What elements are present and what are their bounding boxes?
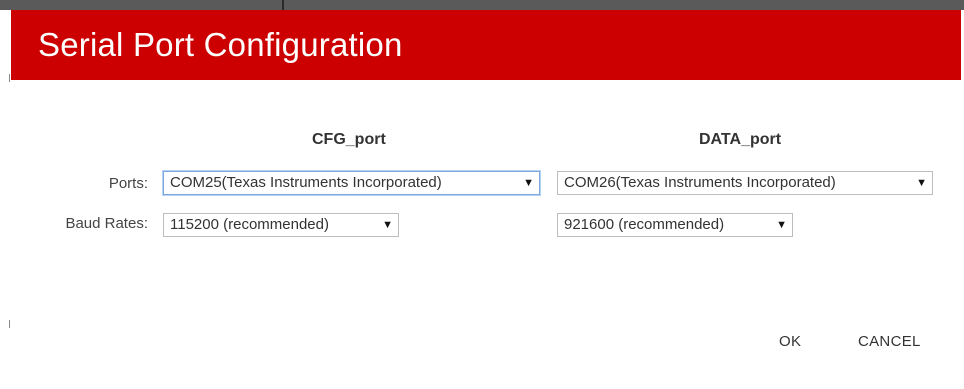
data-baud-rate-select[interactable]: 921600 (recommended) ▼ [557,213,793,237]
left-edge [0,10,10,389]
strip-divider [282,0,284,10]
dropdown-arrow-icon: ▼ [916,177,927,189]
dropdown-arrow-icon: ▼ [776,219,787,231]
ok-button[interactable]: OK [773,329,807,354]
dialog-header: Serial Port Configuration [11,10,961,80]
data-port-column-header: DATA_port [699,131,782,148]
ports-label: Ports: [108,175,148,192]
dialog-title: Serial Port Configuration [38,26,403,63]
left-edge-mark [9,74,10,82]
cfg-baud-value: 115200 (recommended) [170,216,329,233]
cfg-port-column-header: CFG_port [312,131,386,148]
serial-port-dialog: Serial Port Configuration CFG_port DATA_… [11,10,961,389]
cfg-port-select[interactable]: COM25(Texas Instruments Incorporated) ▼ [163,171,540,195]
top-window-strip [0,0,964,10]
data-port-value: COM26(Texas Instruments Incorporated) [564,174,836,191]
baud-rates-label: Baud Rates: [65,215,148,232]
cfg-baud-rate-select[interactable]: 115200 (recommended) ▼ [163,213,399,237]
data-baud-value: 921600 (recommended) [564,216,725,233]
dropdown-arrow-icon: ▼ [382,219,393,231]
dropdown-arrow-icon: ▼ [523,177,534,189]
data-port-select[interactable]: COM26(Texas Instruments Incorporated) ▼ [557,171,933,195]
left-edge-mark [9,320,10,328]
cfg-port-value: COM25(Texas Instruments Incorporated) [170,174,442,191]
cancel-button[interactable]: CANCEL [852,329,927,354]
